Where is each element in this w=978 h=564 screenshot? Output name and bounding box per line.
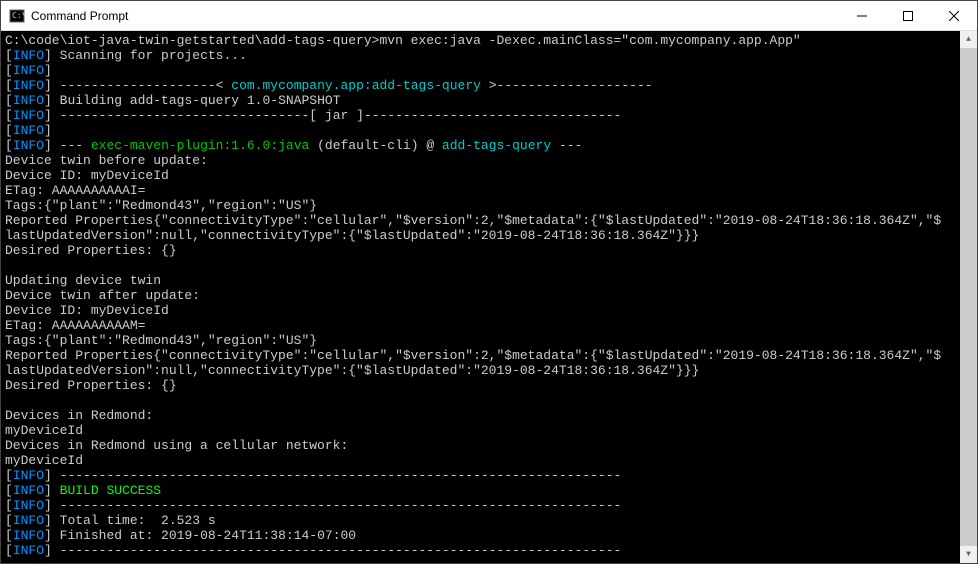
close-button[interactable] [931,1,977,30]
output-line: Reported Properties{"connectivityType":"… [5,213,941,228]
output-line: lastUpdatedVersion":null,"connectivityTy… [5,228,699,243]
terminal-area: C:\code\iot-java-twin-getstarted\add-tag… [1,31,977,563]
minimize-button[interactable] [839,1,885,30]
svg-text:C:\: C:\ [12,11,25,20]
scroll-thumb[interactable] [960,48,977,546]
output-line: myDeviceId [5,453,83,468]
maximize-button[interactable] [885,1,931,30]
artifact-id: com.mycompany.app:add-tags-query [231,78,481,93]
command-text: mvn exec:java -Dexec.mainClass="com.myco… [379,33,800,48]
scroll-up-arrow[interactable]: ▲ [960,31,977,48]
output-line: myDeviceId [5,423,83,438]
scroll-down-arrow[interactable]: ▼ [960,546,977,563]
output-line: Desired Properties: {} [5,378,177,393]
app-icon: C:\ [9,8,25,24]
output-line: Reported Properties{"connectivityType":"… [5,348,941,363]
info-label: INFO [13,48,44,63]
titlebar: C:\ Command Prompt [1,1,977,31]
scroll-track[interactable] [960,48,977,546]
vertical-scrollbar[interactable]: ▲ ▼ [960,31,977,563]
plugin-id: exec-maven-plugin:1.6.0:java [91,138,309,153]
build-success: BUILD SUCCESS [60,483,161,498]
output-line: Devices in Redmond: [5,408,153,423]
output-line: Tags:{"plant":"Redmond43","region":"US"} [5,198,317,213]
output-line: Device ID: myDeviceId [5,168,169,183]
output-line: Device twin before update: [5,153,208,168]
output-line: Device ID: myDeviceId [5,303,169,318]
output-line: Device twin after update: [5,288,200,303]
prompt-path: C:\code\iot-java-twin-getstarted\add-tag… [5,33,379,48]
output-line: lastUpdatedVersion":null,"connectivityTy… [5,363,699,378]
output-line: Updating device twin [5,273,161,288]
output-line: ETag: AAAAAAAAAAM= [5,318,145,333]
terminal-output[interactable]: C:\code\iot-java-twin-getstarted\add-tag… [1,31,960,563]
output-line: Devices in Redmond using a cellular netw… [5,438,348,453]
output-line: Tags:{"plant":"Redmond43","region":"US"} [5,333,317,348]
output-line: Desired Properties: {} [5,243,177,258]
window-controls [839,1,977,30]
output-line: ETag: AAAAAAAAAAI= [5,183,145,198]
command-prompt-window: C:\ Command Prompt C:\code\iot-java-twin… [0,0,978,564]
window-title: Command Prompt [31,9,839,23]
